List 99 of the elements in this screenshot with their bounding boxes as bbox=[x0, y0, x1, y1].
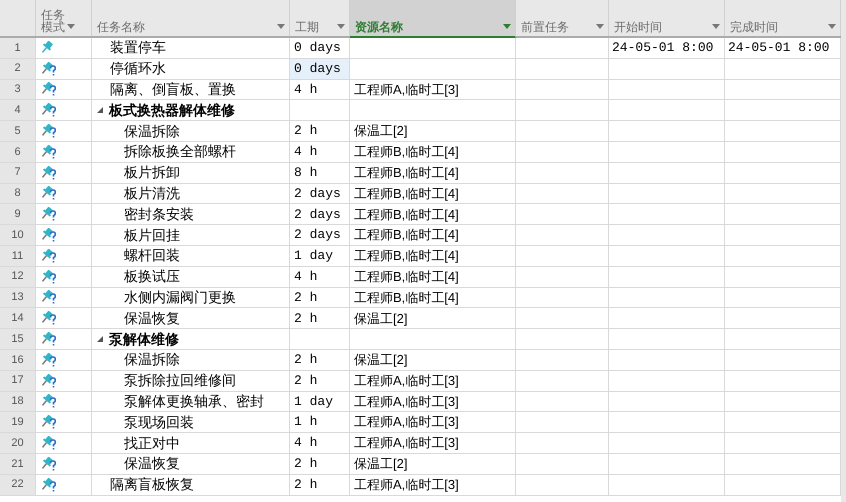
row-number[interactable]: 10 bbox=[0, 225, 36, 246]
task-name: 隔离、倒盲板、置换 bbox=[110, 80, 236, 99]
task-name: 保温拆除 bbox=[124, 350, 180, 370]
table-cell: 工程师A,临时工[3] bbox=[350, 392, 516, 412]
table-cell: 工程师A,临时工[3] bbox=[350, 370, 516, 392]
task-name: 密封条安装 bbox=[124, 204, 194, 224]
table-cell: 工程师B,临时工[4] bbox=[350, 204, 516, 226]
row-number[interactable]: 8 bbox=[0, 184, 36, 204]
column-header[interactable]: 任务名称 bbox=[92, 0, 290, 36]
task-name: 板片清洗 bbox=[124, 184, 180, 203]
duration-cell[interactable]: 2 h bbox=[290, 121, 350, 142]
task-name: 保温拆除 bbox=[124, 122, 180, 141]
dropdown-caret-icon[interactable] bbox=[277, 24, 285, 29]
dropdown-caret-icon[interactable] bbox=[67, 24, 75, 29]
row-number[interactable]: 5 bbox=[0, 121, 36, 142]
duration-cell[interactable]: 2 days bbox=[290, 184, 350, 204]
duration-cell[interactable]: 2 h bbox=[290, 474, 350, 496]
task-name: 板式换热器解体维修 bbox=[109, 100, 235, 120]
task-name: 泵解体维修 bbox=[109, 330, 179, 349]
row-number[interactable]: 11 bbox=[0, 246, 36, 267]
table-cell: 工程师A,临时工[3] bbox=[350, 412, 516, 434]
task-name: 隔离盲板恢复 bbox=[110, 475, 194, 494]
row-number[interactable]: 14 bbox=[0, 308, 36, 330]
duration-cell[interactable]: 2 h bbox=[290, 454, 350, 475]
row-number[interactable]: 7 bbox=[0, 162, 36, 184]
row-number[interactable]: 2 bbox=[0, 58, 36, 80]
row-number[interactable]: 20 bbox=[0, 433, 36, 454]
task-name: 泵解体更换轴承、密封 bbox=[124, 392, 264, 411]
table-cell: 工程师A,临时工[3] bbox=[350, 433, 516, 454]
duration-cell[interactable]: 4 h bbox=[290, 266, 350, 288]
duration-cell[interactable]: 8 h bbox=[290, 162, 350, 184]
column-header[interactable]: 开始时间 bbox=[609, 0, 725, 36]
duration-cell[interactable] bbox=[290, 329, 350, 350]
row-number[interactable]: 3 bbox=[0, 80, 36, 100]
column-header[interactable]: 前置任务 bbox=[516, 0, 609, 36]
row-number[interactable]: 17 bbox=[0, 370, 36, 392]
table-cell: 保温工[2] bbox=[350, 308, 516, 330]
task-name: 拆除板换全部螺杆 bbox=[124, 142, 236, 162]
row-number[interactable]: 1 bbox=[0, 38, 36, 59]
duration-cell[interactable]: 1 day bbox=[290, 246, 350, 267]
duration-cell[interactable]: 2 h bbox=[290, 288, 350, 308]
duration-cell[interactable]: 0 days bbox=[290, 58, 350, 80]
duration-cell[interactable]: 0 days bbox=[290, 38, 350, 59]
dropdown-caret-icon[interactable] bbox=[337, 24, 345, 29]
task-name: 泵现场回装 bbox=[124, 412, 194, 432]
table-cell: 工程师B,临时工[4] bbox=[350, 184, 516, 204]
column-header[interactable]: 任务模式 bbox=[36, 0, 92, 36]
task-name: 螺杆回装 bbox=[124, 246, 180, 266]
duration-cell[interactable]: 4 h bbox=[290, 80, 350, 100]
duration-cell[interactable]: 2 days bbox=[290, 225, 350, 246]
duration-cell[interactable]: 2 h bbox=[290, 308, 350, 330]
task-name: 装置停车 bbox=[110, 38, 166, 58]
row-number[interactable]: 13 bbox=[0, 288, 36, 308]
table-cell: 工程师A,临时工[3] bbox=[350, 474, 516, 496]
table-cell: 工程师B,临时工[4] bbox=[350, 225, 516, 246]
duration-cell[interactable]: 2 days bbox=[290, 204, 350, 226]
duration-cell[interactable]: 4 h bbox=[290, 433, 350, 454]
row-number[interactable]: 12 bbox=[0, 266, 36, 288]
dropdown-caret-icon[interactable] bbox=[596, 24, 604, 29]
dropdown-caret-icon[interactable] bbox=[503, 24, 511, 29]
dropdown-caret-icon[interactable] bbox=[712, 24, 720, 29]
collapse-triangle-icon[interactable] bbox=[96, 106, 104, 114]
duration-cell[interactable]: 2 h bbox=[290, 350, 350, 371]
row-number[interactable]: 16 bbox=[0, 350, 36, 371]
task-name: 板片回挂 bbox=[124, 226, 180, 245]
table-cell: 工程师B,临时工[4] bbox=[350, 162, 516, 184]
task-name: 板片拆卸 bbox=[124, 163, 180, 182]
table-cell: 保温工[2] bbox=[350, 350, 516, 371]
duration-cell[interactable] bbox=[290, 100, 350, 122]
row-number[interactable]: 21 bbox=[0, 454, 36, 475]
collapse-triangle-icon[interactable] bbox=[96, 335, 104, 344]
duration-cell[interactable]: 1 day bbox=[290, 392, 350, 412]
task-name: 保温恢复 bbox=[124, 454, 180, 474]
column-header[interactable]: 资源名称 bbox=[350, 0, 516, 38]
table-cell: 保温工[2] bbox=[350, 121, 516, 142]
row-number[interactable]: 15 bbox=[0, 329, 36, 350]
task-name: 找正对中 bbox=[124, 434, 180, 453]
row-number[interactable]: 22 bbox=[0, 474, 36, 496]
task-name: 板换试压 bbox=[124, 267, 180, 286]
table-cell: 工程师A,临时工[3] bbox=[350, 80, 516, 100]
row-number[interactable]: 4 bbox=[0, 100, 36, 122]
table-cell: 工程师B,临时工[4] bbox=[350, 142, 516, 163]
table-cell: 保温工[2] bbox=[350, 454, 516, 475]
task-name: 水侧内漏阀门更换 bbox=[124, 288, 236, 307]
row-number[interactable]: 9 bbox=[0, 204, 36, 226]
task-name: 泵拆除拉回维修间 bbox=[124, 371, 236, 390]
duration-cell[interactable]: 1 h bbox=[290, 412, 350, 434]
row-number[interactable]: 18 bbox=[0, 392, 36, 412]
table-cell: 24-05-01 8:00 bbox=[609, 38, 725, 59]
row-number[interactable]: 19 bbox=[0, 412, 36, 434]
table-cell: 工程师B,临时工[4] bbox=[350, 246, 516, 267]
table-cell: 工程师B,临时工[4] bbox=[350, 288, 516, 308]
task-name: 停循环水 bbox=[110, 59, 166, 78]
task-name: 保温恢复 bbox=[124, 308, 180, 328]
duration-cell[interactable]: 2 h bbox=[290, 370, 350, 392]
duration-cell[interactable]: 4 h bbox=[290, 142, 350, 163]
table-cell: 工程师B,临时工[4] bbox=[350, 266, 516, 288]
row-number[interactable]: 6 bbox=[0, 142, 36, 163]
dropdown-caret-icon[interactable] bbox=[828, 24, 836, 29]
